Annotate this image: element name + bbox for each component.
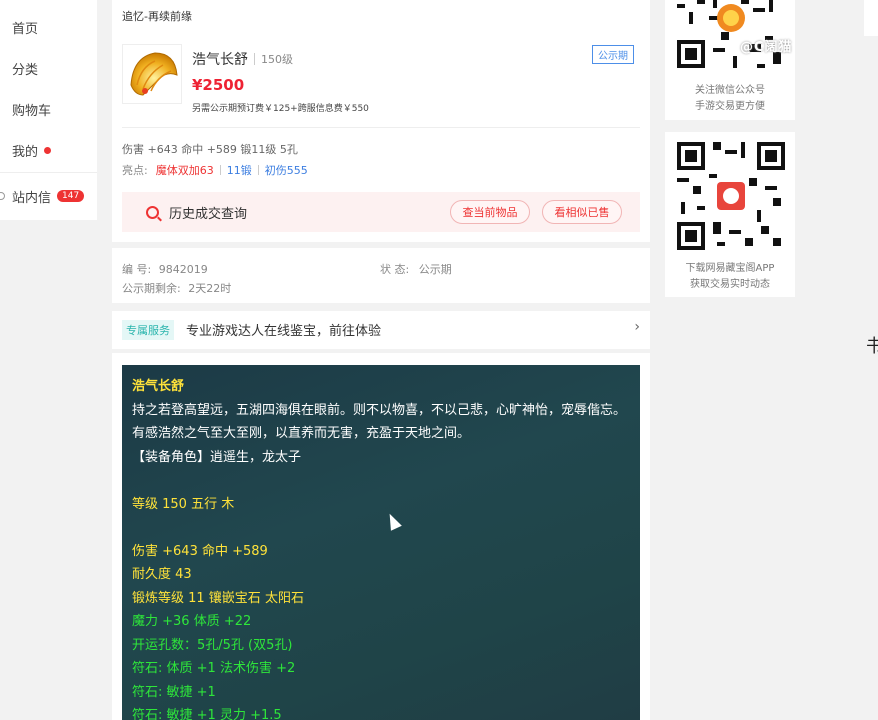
item-price: ¥2500 (192, 76, 245, 94)
left-nav: 首页 分类 购物车 我的 站内信 147 (0, 0, 97, 220)
qr-code-icon[interactable] (673, 138, 789, 254)
item-title: 浩气长舒 150级 (192, 49, 293, 69)
item-name: 浩气长舒 (192, 52, 248, 68)
extra-fee-note: 另需公示期预订费￥125+跨服信息费￥550 (192, 104, 369, 114)
notification-dot (44, 146, 52, 154)
nav-label: 我的 (12, 144, 39, 160)
search-icon (146, 205, 159, 219)
highlights: 亮点: 魔体双加63 11锻 初伤555 (122, 162, 308, 178)
highlight-tag[interactable]: 初伤555 (265, 162, 308, 178)
desc-flavor-text: 持之若登高望远，五湖四海俱在眼前。则不以物喜，不以己悲，心旷神怡，宠辱偕忘。有感… (132, 402, 627, 442)
nav-label: 分类 (12, 62, 39, 78)
highlights-label: 亮点: (122, 164, 148, 177)
message-count-badge: 147 (57, 190, 85, 202)
chevron-right-icon[interactable]: › (634, 319, 640, 335)
highlight-divider (219, 165, 221, 175)
public-period-remaining: 公示期剩余: 2天22时 (122, 280, 231, 296)
watermark-logo: @C阔猫 (740, 40, 793, 55)
right-edge-panel (864, 0, 878, 36)
wechat-qr-card: 关注微信公众号 手游交易更方便 (665, 0, 795, 120)
nav-item-messages[interactable]: 站内信 147 (0, 181, 85, 211)
highlight-divider (257, 165, 259, 175)
desc-spacer (132, 516, 630, 540)
listing-status-label: 状 态: (380, 263, 410, 276)
highlight-tag[interactable]: 魔体双加63 (156, 162, 214, 178)
nav-label: 购物车 (12, 103, 52, 119)
item-description-card: 浩气长舒 持之若登高望远，五湖四海俱在眼前。则不以物喜，不以己悲，心旷神怡，宠辱… (112, 353, 650, 720)
desc-level: 等级 150 五行 木 (132, 496, 235, 512)
nav-divider (0, 172, 97, 173)
item-description: 浩气长舒 持之若登高望远，五湖四海俱在眼前。则不以物喜，不以己悲，心旷神怡，宠辱… (122, 365, 640, 720)
nav-item-mine[interactable]: 我的 (0, 135, 52, 165)
service-tag: 专属服务 (122, 320, 174, 340)
desc-attack: 伤害 +643 命中 +589 (132, 543, 268, 559)
view-similar-sold-button[interactable]: 看相似已售 (542, 200, 622, 224)
listing-id-value: 9842019 (158, 263, 208, 276)
status-badge: 公示期 (592, 45, 634, 64)
breadcrumb[interactable]: 追忆-再续前缘 (122, 8, 192, 24)
item-level: 150级 (261, 53, 293, 66)
item-card: 追忆-再续前缘 浩气长舒 150级 ¥2500 另需公示期预订费￥125+跨服信… (112, 0, 650, 242)
desc-rune: 符石: 敏捷 +1 (132, 684, 216, 700)
title-divider (254, 53, 255, 65)
nav-label: 首页 (12, 21, 39, 37)
desc-magic: 魔力 +36 体质 +22 (132, 614, 252, 629)
fan-icon (130, 52, 178, 96)
desc-durability: 耐久度 43 (132, 567, 192, 582)
desc-holes: 开运孔数：5孔/5孔 (双5孔) (132, 637, 293, 653)
highlight-tag[interactable]: 11锻 (227, 162, 252, 178)
nav-item-home[interactable]: 首页 (0, 12, 38, 42)
listing-id-label: 编 号: (122, 263, 152, 276)
item-stats: 伤害 +643 命中 +589 锻11级 5孔 (122, 143, 298, 156)
expert-service-banner[interactable]: 专属服务 专业游戏达人在线鉴宝，前往体验 › (112, 311, 650, 349)
message-icon (0, 192, 5, 200)
nav-label: 站内信 (12, 190, 52, 206)
desc-rune: 符石: 敏捷 +1 灵力 +1.5 (132, 708, 282, 720)
edge-text: 书 (866, 336, 878, 357)
app-download-qr-card: 下载网易藏宝阁APP 获取交易实时动态 (665, 132, 795, 297)
qr-caption: 获取交易实时动态 (690, 279, 770, 290)
history-query-title[interactable]: 历史成交查询 (169, 203, 247, 222)
remaining-value: 2天22时 (188, 282, 232, 295)
desc-rune: 符石: 体质 +1 法术伤害 +2 (132, 661, 296, 676)
item-thumbnail[interactable] (122, 44, 182, 104)
desc-title: 浩气长舒 (132, 379, 185, 394)
check-current-item-button[interactable]: 查当前物品 (450, 200, 530, 224)
qr-caption: 手游交易更方便 (695, 101, 765, 112)
remaining-label: 公示期剩余: (122, 282, 181, 295)
listing-id: 编 号: 9842019 (122, 261, 208, 277)
desc-role: 【装备角色】逍遥生，龙太子 (132, 449, 302, 465)
divider (122, 127, 640, 128)
nav-item-cart[interactable]: 购物车 (0, 94, 51, 124)
listing-status-value: 公示期 (418, 263, 452, 276)
listing-meta-card: 编 号: 9842019 状 态: 公示期 公示期剩余: 2天22时 (112, 248, 650, 303)
service-text[interactable]: 专业游戏达人在线鉴宝，前往体验 (186, 320, 381, 339)
qr-caption: 下载网易藏宝阁APP (685, 263, 775, 274)
qr-caption: 关注微信公众号 (695, 85, 765, 96)
desc-spacer (132, 469, 630, 493)
history-query-bar[interactable]: 历史成交查询 查当前物品 看相似已售 (122, 192, 640, 232)
nav-item-category[interactable]: 分类 (0, 53, 38, 83)
desc-forge: 锻炼等级 11 镶嵌宝石 太阳石 (132, 590, 304, 606)
listing-status: 状 态: 公示期 (380, 261, 452, 277)
